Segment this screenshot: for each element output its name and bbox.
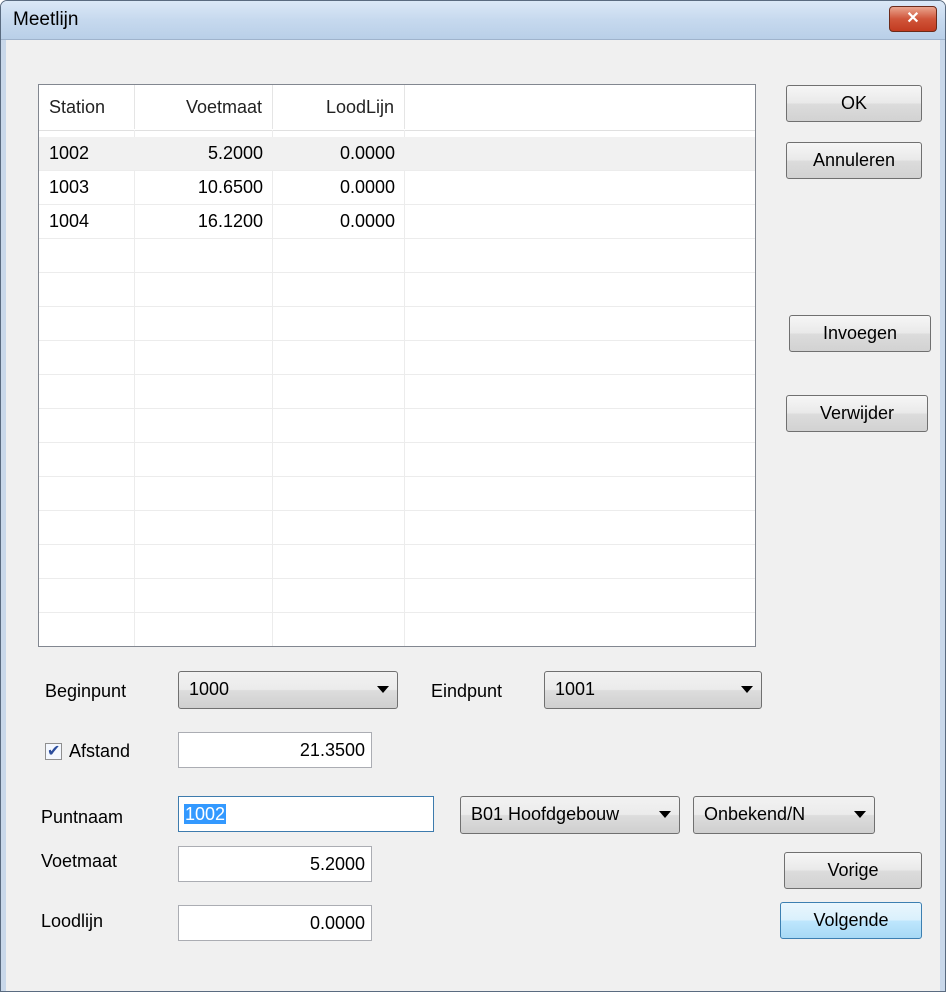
ok-button[interactable]: OK xyxy=(786,85,922,122)
annuleren-button[interactable]: Annuleren xyxy=(786,142,922,179)
chevron-down-icon xyxy=(854,811,866,818)
loodlijn-field[interactable]: 0.0000 xyxy=(178,905,372,941)
checkmark-icon: ✔ xyxy=(47,743,61,760)
afstand-checkbox[interactable]: ✔ xyxy=(45,743,62,760)
loodlijn-value: 0.0000 xyxy=(309,913,365,933)
cell-station: 1004 xyxy=(49,211,90,231)
afstand-value: 21.3500 xyxy=(299,740,365,760)
empty-row xyxy=(39,307,755,341)
close-button[interactable]: ✕ xyxy=(889,6,937,32)
station-table[interactable]: Station Voetmaat LoodLijn 1002 5.2000 0.… xyxy=(38,84,756,647)
empty-row xyxy=(39,273,755,307)
column-header-loodlijn[interactable]: LoodLijn xyxy=(273,85,405,129)
beginpunt-label: Beginpunt xyxy=(45,681,127,701)
type-value: Onbekend/N xyxy=(704,804,806,824)
cell-station: 1003 xyxy=(49,177,90,197)
type-select[interactable]: Onbekend/N xyxy=(693,796,875,834)
gebouw-value: B01 Hoofdgebouw xyxy=(471,804,620,824)
table-row[interactable]: 1002 5.2000 0.0000 xyxy=(39,137,755,171)
eindpunt-value: 1001 xyxy=(555,679,596,699)
cell-voetmaat: 10.6500 xyxy=(197,177,263,197)
chevron-down-icon xyxy=(741,686,753,693)
table-row[interactable]: 1004 16.1200 0.0000 xyxy=(39,205,755,239)
voetmaat-label: Voetmaat xyxy=(41,851,118,871)
eindpunt-select[interactable]: 1001 xyxy=(544,671,762,709)
column-header-station[interactable]: Station xyxy=(39,85,135,129)
cell-voetmaat: 16.1200 xyxy=(197,211,263,231)
empty-row xyxy=(39,409,755,443)
loodlijn-label: Loodlijn xyxy=(41,911,104,931)
voetmaat-field[interactable]: 5.2000 xyxy=(178,846,372,882)
empty-row xyxy=(39,511,755,545)
cell-station: 1002 xyxy=(49,143,90,163)
cell-loodlijn: 0.0000 xyxy=(339,211,395,231)
invoegen-button[interactable]: Invoegen xyxy=(789,315,931,352)
afstand-field[interactable]: 21.3500 xyxy=(178,732,372,768)
cell-voetmaat: 5.2000 xyxy=(207,143,263,163)
empty-row xyxy=(39,545,755,579)
empty-row xyxy=(39,443,755,477)
empty-row xyxy=(39,341,755,375)
cell-loodlijn: 0.0000 xyxy=(339,177,395,197)
empty-row xyxy=(39,613,755,646)
empty-row xyxy=(39,477,755,511)
puntnaam-value: 1002 xyxy=(184,804,227,824)
gebouw-select[interactable]: B01 Hoofdgebouw xyxy=(460,796,680,834)
volgende-button[interactable]: Volgende xyxy=(780,902,922,939)
empty-row xyxy=(39,239,755,273)
close-icon: ✕ xyxy=(906,10,920,27)
table-header: Station Voetmaat LoodLijn xyxy=(39,85,755,131)
empty-row xyxy=(39,579,755,613)
cell-loodlijn: 0.0000 xyxy=(339,143,395,163)
chevron-down-icon xyxy=(659,811,671,818)
column-header-voetmaat[interactable]: Voetmaat xyxy=(135,85,273,129)
chevron-down-icon xyxy=(377,686,389,693)
eindpunt-label: Eindpunt xyxy=(431,681,503,701)
puntnaam-label: Puntnaam xyxy=(41,807,124,827)
verwijder-button[interactable]: Verwijder xyxy=(786,395,928,432)
table-row[interactable]: 1003 10.6500 0.0000 xyxy=(39,171,755,205)
voetmaat-value: 5.2000 xyxy=(309,854,365,874)
empty-row xyxy=(39,375,755,409)
title-bar: Meetlijn ✕ xyxy=(1,1,945,40)
beginpunt-value: 1000 xyxy=(189,679,230,699)
window-title: Meetlijn xyxy=(13,9,79,30)
vorige-button[interactable]: Vorige xyxy=(784,852,922,889)
beginpunt-select[interactable]: 1000 xyxy=(178,671,398,709)
meetlijn-dialog: Meetlijn ✕ Station Voetmaat LoodLijn 100… xyxy=(0,0,946,992)
puntnaam-field[interactable]: 1002 xyxy=(178,796,434,832)
afstand-label: Afstand xyxy=(69,741,131,761)
